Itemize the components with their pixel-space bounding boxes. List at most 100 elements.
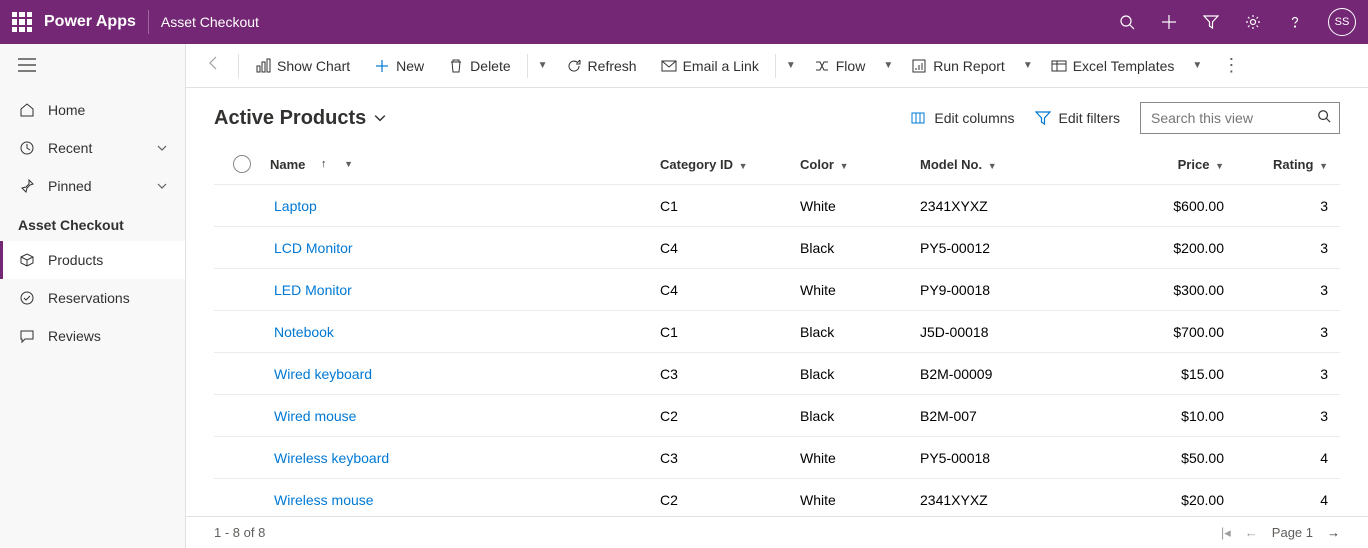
email-link-button[interactable]: Email a Link [651, 52, 769, 80]
search-icon[interactable] [1317, 109, 1331, 128]
pin-icon [18, 177, 36, 195]
chevron-down-icon[interactable]: ▼ [879, 60, 897, 71]
cell-category: C2 [660, 492, 800, 508]
divider [148, 10, 149, 34]
run-report-button[interactable]: Run Report [901, 52, 1015, 80]
search-view-input[interactable] [1140, 102, 1340, 134]
flow-icon [814, 58, 830, 74]
grid-footer: 1 - 8 of 8 |◂ ← Page 1 → [186, 516, 1368, 548]
chevron-down-icon[interactable]: ▼ [782, 60, 800, 71]
table-row[interactable]: LCD Monitor C4 Black PY5-00012 $200.00 3 [214, 226, 1340, 268]
sidebar-item-pinned[interactable]: Pinned [0, 167, 185, 205]
search-icon[interactable] [1118, 13, 1136, 31]
app-page-name: Asset Checkout [161, 14, 259, 30]
chevron-down-icon[interactable]: ▼ [344, 159, 353, 169]
excel-templates-button[interactable]: Excel Templates [1041, 52, 1185, 80]
back-button[interactable] [196, 49, 232, 82]
row-name-link[interactable]: LCD Monitor [270, 240, 353, 256]
delete-button[interactable]: Delete [438, 52, 520, 80]
sidebar-item-products[interactable]: Products [0, 241, 185, 279]
cell-rating: 3 [1240, 408, 1340, 424]
table-row[interactable]: Notebook C1 Black J5D-00018 $700.00 3 [214, 310, 1340, 352]
row-name-link[interactable]: Wired mouse [270, 408, 356, 424]
hamburger-icon[interactable] [0, 44, 185, 91]
chevron-down-icon[interactable]: ▼ [739, 161, 748, 171]
chevron-down-icon[interactable]: ▼ [534, 60, 552, 71]
table-row[interactable]: Wireless keyboard C3 White PY5-00018 $50… [214, 436, 1340, 478]
cell-category: C3 [660, 366, 800, 382]
row-name-link[interactable]: Wired keyboard [270, 366, 372, 382]
column-header-rating[interactable]: Rating ▼ [1240, 157, 1340, 172]
view-selector[interactable]: Active Products [214, 107, 386, 130]
edit-columns-button[interactable]: Edit columns [910, 110, 1014, 126]
plus-icon[interactable] [1160, 13, 1178, 31]
cmd-label: Excel Templates [1073, 58, 1175, 74]
cell-category: C4 [660, 240, 800, 256]
refresh-button[interactable]: Refresh [556, 52, 647, 80]
cell-price: $300.00 [1120, 282, 1240, 298]
filter-icon[interactable] [1202, 13, 1220, 31]
chevron-down-icon[interactable]: ▼ [1019, 60, 1037, 71]
row-name-link[interactable]: Laptop [270, 198, 317, 214]
cmd-label: Refresh [588, 58, 637, 74]
column-header-color[interactable]: Color ▼ [800, 157, 920, 172]
table-row[interactable]: Wired mouse C2 Black B2M-007 $10.00 3 [214, 394, 1340, 436]
column-header-category[interactable]: Category ID ▼ [660, 157, 800, 172]
more-button[interactable]: ⋮ [1214, 49, 1248, 82]
record-count: 1 - 8 of 8 [214, 525, 265, 540]
new-button[interactable]: New [364, 52, 434, 80]
sidebar: Home Recent Pinned Asset Checkout Produc… [0, 44, 186, 548]
chevron-down-icon[interactable]: ▼ [1319, 161, 1328, 171]
column-header-price[interactable]: Price ▼ [1120, 157, 1240, 172]
sidebar-item-home[interactable]: Home [0, 91, 185, 129]
row-name-link[interactable]: Wireless mouse [270, 492, 374, 508]
table-row[interactable]: Laptop C1 White 2341XYXZ $600.00 3 [214, 184, 1340, 226]
cell-price: $700.00 [1120, 324, 1240, 340]
page-label: Page 1 [1272, 525, 1313, 540]
trash-icon [448, 58, 464, 74]
cell-rating: 3 [1240, 366, 1340, 382]
cmd-label: Delete [470, 58, 510, 74]
cmd-label: Show Chart [277, 58, 350, 74]
table-row[interactable]: LED Monitor C4 White PY9-00018 $300.00 3 [214, 268, 1340, 310]
command-bar: Show Chart New Delete ▼ Refresh Email a … [186, 44, 1368, 88]
first-page-icon[interactable]: |◂ [1221, 525, 1231, 541]
column-header-model[interactable]: Model No. ▼ [920, 157, 1120, 172]
row-name-link[interactable]: LED Monitor [270, 282, 352, 298]
sidebar-item-reservations[interactable]: Reservations [0, 279, 185, 317]
chevron-down-icon[interactable]: ▼ [988, 161, 997, 171]
chevron-down-icon[interactable] [157, 178, 167, 194]
cell-category: C4 [660, 282, 800, 298]
cell-model: PY5-00012 [920, 240, 1120, 256]
cell-rating: 4 [1240, 450, 1340, 466]
app-launcher-icon[interactable] [12, 12, 32, 32]
sidebar-item-label: Home [48, 102, 85, 118]
show-chart-button[interactable]: Show Chart [245, 52, 360, 80]
row-name-link[interactable]: Notebook [270, 324, 334, 340]
column-header-name[interactable]: Name ↑ ▼ [270, 157, 660, 172]
sidebar-item-label: Reviews [48, 328, 101, 344]
avatar[interactable]: SS [1328, 8, 1356, 36]
next-page-icon[interactable]: → [1327, 525, 1340, 540]
table-row[interactable]: Wireless mouse C2 White 2341XYXZ $20.00 … [214, 478, 1340, 516]
gear-icon[interactable] [1244, 13, 1262, 31]
search-field[interactable] [1151, 110, 1309, 126]
chevron-down-icon[interactable]: ▼ [1188, 60, 1206, 71]
help-icon[interactable] [1286, 13, 1304, 31]
cell-category: C1 [660, 198, 800, 214]
cell-color: Black [800, 366, 920, 382]
chevron-down-icon[interactable] [157, 140, 167, 156]
flow-button[interactable]: Flow [804, 52, 876, 80]
chevron-down-icon[interactable]: ▼ [1215, 161, 1224, 171]
row-name-link[interactable]: Wireless keyboard [270, 450, 389, 466]
excel-icon [1051, 58, 1067, 74]
edit-filters-button[interactable]: Edit filters [1035, 110, 1120, 126]
va-label: Edit columns [934, 110, 1014, 126]
chevron-down-icon[interactable]: ▼ [840, 161, 849, 171]
sidebar-item-recent[interactable]: Recent [0, 129, 185, 167]
select-all-checkbox[interactable] [233, 155, 251, 173]
sidebar-item-reviews[interactable]: Reviews [0, 317, 185, 355]
sort-asc-icon: ↑ [321, 158, 327, 170]
prev-page-icon[interactable]: ← [1245, 525, 1258, 540]
table-row[interactable]: Wired keyboard C3 Black B2M-00009 $15.00… [214, 352, 1340, 394]
